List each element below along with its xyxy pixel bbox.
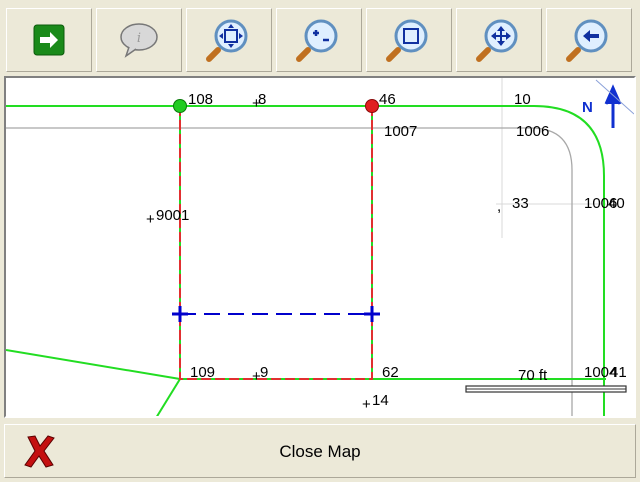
zoom-window-button[interactable] [366, 8, 452, 72]
road-line-left [6, 349, 181, 380]
speech-bubble-info-icon: i [120, 23, 158, 58]
svg-text:+: + [146, 211, 155, 228]
forward-button[interactable] [6, 8, 92, 72]
zoom-in-out-button[interactable] [276, 8, 362, 72]
zoom-in-out-icon [296, 19, 338, 62]
label-1007: 1007 [384, 123, 417, 140]
parcel-boundary [179, 106, 373, 380]
map-canvas[interactable]: N 70 ft 108 8 + 46 10 1007 1006 + 9001 ,… [6, 78, 634, 416]
label-33: 33 [512, 195, 529, 212]
label-9: 9 [260, 364, 268, 381]
label-109: 109 [190, 364, 215, 381]
previous-view-button[interactable] [546, 8, 632, 72]
measure-line [172, 306, 380, 322]
start-point[interactable] [173, 99, 187, 113]
previous-view-icon [566, 19, 608, 62]
close-map-button[interactable]: Close Map [4, 424, 636, 478]
label-10: 10 [514, 91, 531, 108]
road-centerline-top [6, 105, 605, 416]
pan-icon [476, 19, 518, 62]
zoom-extents-button[interactable] [186, 8, 272, 72]
arrow-right-icon [33, 24, 65, 56]
label-46: 46 [379, 91, 396, 108]
info-button[interactable]: i [96, 8, 182, 72]
toolbar: i [0, 0, 640, 76]
svg-text:i: i [137, 31, 141, 46]
north-arrow: N [582, 79, 634, 128]
pan-button[interactable] [456, 8, 542, 72]
label-9001: 9001 [156, 207, 189, 224]
label-1006: 1006 [516, 123, 549, 140]
label-62: 62 [382, 364, 399, 381]
label-14: 14 [372, 392, 389, 409]
road-edge-gray [6, 127, 573, 416]
road-line-diagonal [156, 378, 181, 416]
label-41: 41 [610, 364, 627, 381]
end-point[interactable] [365, 99, 379, 113]
map-view[interactable]: N 70 ft 108 8 + 46 10 1007 1006 + 9001 ,… [4, 76, 636, 418]
bottom-bar: Close Map [0, 418, 640, 482]
svg-text:+: + [252, 95, 261, 112]
svg-text:,: , [497, 198, 501, 215]
map-labels: 108 8 + 46 10 1007 1006 + 9001 , 33 1006… [146, 91, 627, 413]
svg-text:+: + [362, 396, 371, 413]
zoom-extents-icon [206, 19, 248, 62]
label-108: 108 [188, 91, 213, 108]
scale-label: 70 ft [518, 367, 548, 384]
zoom-window-icon [386, 19, 428, 62]
close-map-label: Close Map [279, 442, 361, 461]
north-label: N [582, 99, 593, 116]
label-40: 40 [608, 195, 625, 212]
